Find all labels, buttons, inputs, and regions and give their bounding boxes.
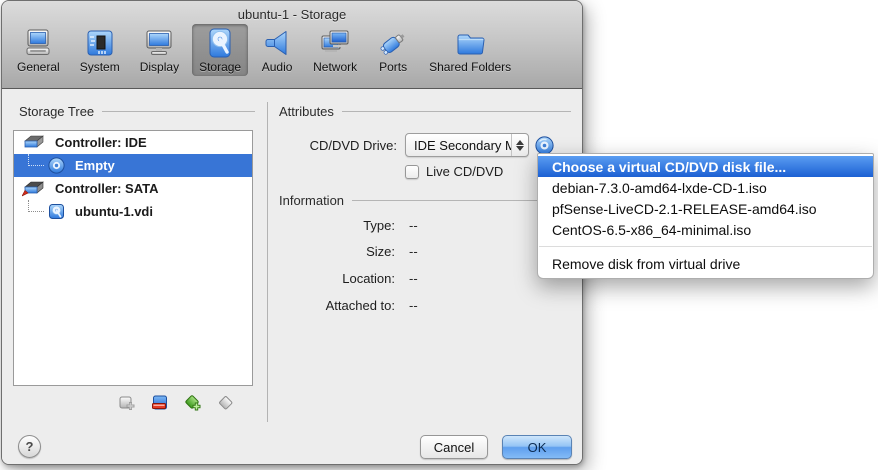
tree-branch <box>28 200 44 212</box>
info-location-value: -- <box>409 271 418 286</box>
cd-dvd-context-menu: Choose a virtual CD/DVD disk file... deb… <box>537 153 874 279</box>
toolbar-item-system[interactable]: System <box>73 24 127 76</box>
remove-controller-button[interactable] <box>217 394 235 412</box>
toolbar-item-shared-folders[interactable]: Shared Folders <box>422 24 518 76</box>
toolbar-label: Display <box>140 60 179 74</box>
tree-branch <box>28 154 44 166</box>
toolbar-item-storage[interactable]: Storage <box>192 24 248 76</box>
tree-row-label: Controller: SATA <box>55 181 159 196</box>
info-attached-value: -- <box>409 298 418 313</box>
tree-row-label: Empty <box>75 158 115 173</box>
cd-dvd-drive-value: IDE Secondary Master <box>406 138 511 153</box>
menu-separator <box>539 246 872 247</box>
audio-icon <box>261 27 293 59</box>
tree-row-empty[interactable]: Empty <box>14 154 252 177</box>
menu-item-choose-disk-file[interactable]: Choose a virtual CD/DVD disk file... <box>538 156 873 177</box>
menu-item-debian-iso[interactable]: debian-7.3.0-amd64-lxde-CD-1.iso <box>538 177 873 198</box>
menu-item-label: debian-7.3.0-amd64-lxde-CD-1.iso <box>552 180 767 196</box>
group-divider <box>342 111 571 112</box>
cd-dvd-drive-select[interactable]: IDE Secondary Master <box>405 133 529 157</box>
menu-item-label: pfSense-LiveCD-2.1-RELEASE-amd64.iso <box>552 201 817 217</box>
menu-item-label: Remove disk from virtual drive <box>552 256 740 272</box>
toolbar-label: Audio <box>262 60 293 74</box>
settings-toolbar: General System <box>10 24 518 76</box>
add-attachment-button[interactable] <box>118 394 136 412</box>
ide-controller-icon <box>22 135 44 151</box>
remove-attachment-button[interactable] <box>151 394 169 412</box>
live-cd-checkbox[interactable] <box>405 165 419 179</box>
tree-row-ubuntu-vdi[interactable]: ubuntu-1.vdi <box>14 200 252 223</box>
add-controller-button[interactable] <box>184 394 202 412</box>
toolbar-item-audio[interactable]: Audio <box>254 24 300 76</box>
storage-tree-group-label: Storage Tree <box>19 104 94 119</box>
display-icon <box>143 27 175 59</box>
attributes-group: Attributes <box>279 104 571 119</box>
info-location-label: Location: <box>279 271 395 286</box>
storage-tree-buttons <box>13 394 253 412</box>
general-icon <box>22 27 54 59</box>
toolbar-label: General <box>17 60 60 74</box>
tree-row-label: ubuntu-1.vdi <box>75 204 153 219</box>
information-group: Information <box>279 193 571 208</box>
help-button-label: ? <box>26 439 34 454</box>
storage-tree-group: Storage Tree <box>19 104 255 119</box>
information-group-label: Information <box>279 193 344 208</box>
cancel-button[interactable]: Cancel <box>420 435 488 459</box>
shared-folders-icon <box>454 27 486 59</box>
sata-controller-icon <box>22 181 44 197</box>
cd-disc-icon <box>48 157 65 174</box>
ok-button[interactable]: OK <box>502 435 572 459</box>
cd-dvd-drive-label: CD/DVD Drive: <box>279 138 397 153</box>
storage-settings-content: Storage Tree Controller: IDE <box>2 90 582 464</box>
toolbar-item-network[interactable]: Network <box>306 24 364 76</box>
toolbar-label: Network <box>313 60 357 74</box>
window-header: ubuntu-1 - Storage General <box>2 1 582 89</box>
toolbar-label: System <box>80 60 120 74</box>
tree-row-controller-sata[interactable]: Controller: SATA <box>14 177 252 200</box>
window-title: ubuntu-1 - Storage <box>2 7 582 22</box>
tree-row-label: Controller: IDE <box>55 135 147 150</box>
network-icon <box>319 27 351 59</box>
hard-disk-icon <box>48 203 65 220</box>
toolbar-label: Ports <box>379 60 407 74</box>
storage-settings-window: ubuntu-1 - Storage General <box>1 0 583 465</box>
info-size-value: -- <box>409 244 418 259</box>
stepper-arrows-icon <box>511 134 528 156</box>
toolbar-item-general[interactable]: General <box>10 24 67 76</box>
screen: ubuntu-1 - Storage General <box>0 0 878 470</box>
toolbar-item-ports[interactable]: Ports <box>370 24 416 76</box>
menu-item-centos-iso[interactable]: CentOS-6.5-x86_64-minimal.iso <box>538 219 873 240</box>
ports-icon <box>377 27 409 59</box>
attributes-group-label: Attributes <box>279 104 334 119</box>
menu-item-pfsense-iso[interactable]: pfSense-LiveCD-2.1-RELEASE-amd64.iso <box>538 198 873 219</box>
info-size-label: Size: <box>279 244 395 259</box>
menu-item-remove-disk[interactable]: Remove disk from virtual drive <box>538 253 873 274</box>
cancel-button-label: Cancel <box>434 440 474 455</box>
tree-row-controller-ide[interactable]: Controller: IDE <box>14 131 252 154</box>
storage-icon <box>204 27 236 59</box>
system-icon <box>84 27 116 59</box>
toolbar-label: Storage <box>199 60 241 74</box>
toolbar-label: Shared Folders <box>429 60 511 74</box>
live-cd-label: Live CD/DVD <box>426 164 503 179</box>
toolbar-item-display[interactable]: Display <box>133 24 186 76</box>
group-divider <box>102 111 255 112</box>
info-attached-label: Attached to: <box>279 298 395 313</box>
info-type-value: -- <box>409 218 418 233</box>
info-type-label: Type: <box>279 218 395 233</box>
help-button[interactable]: ? <box>18 435 41 458</box>
menu-item-label: Choose a virtual CD/DVD disk file... <box>552 159 786 175</box>
ok-button-label: OK <box>528 440 547 455</box>
pane-divider <box>267 102 268 422</box>
storage-tree: Controller: IDE Empty <box>13 130 253 386</box>
menu-item-label: CentOS-6.5-x86_64-minimal.iso <box>552 222 751 238</box>
